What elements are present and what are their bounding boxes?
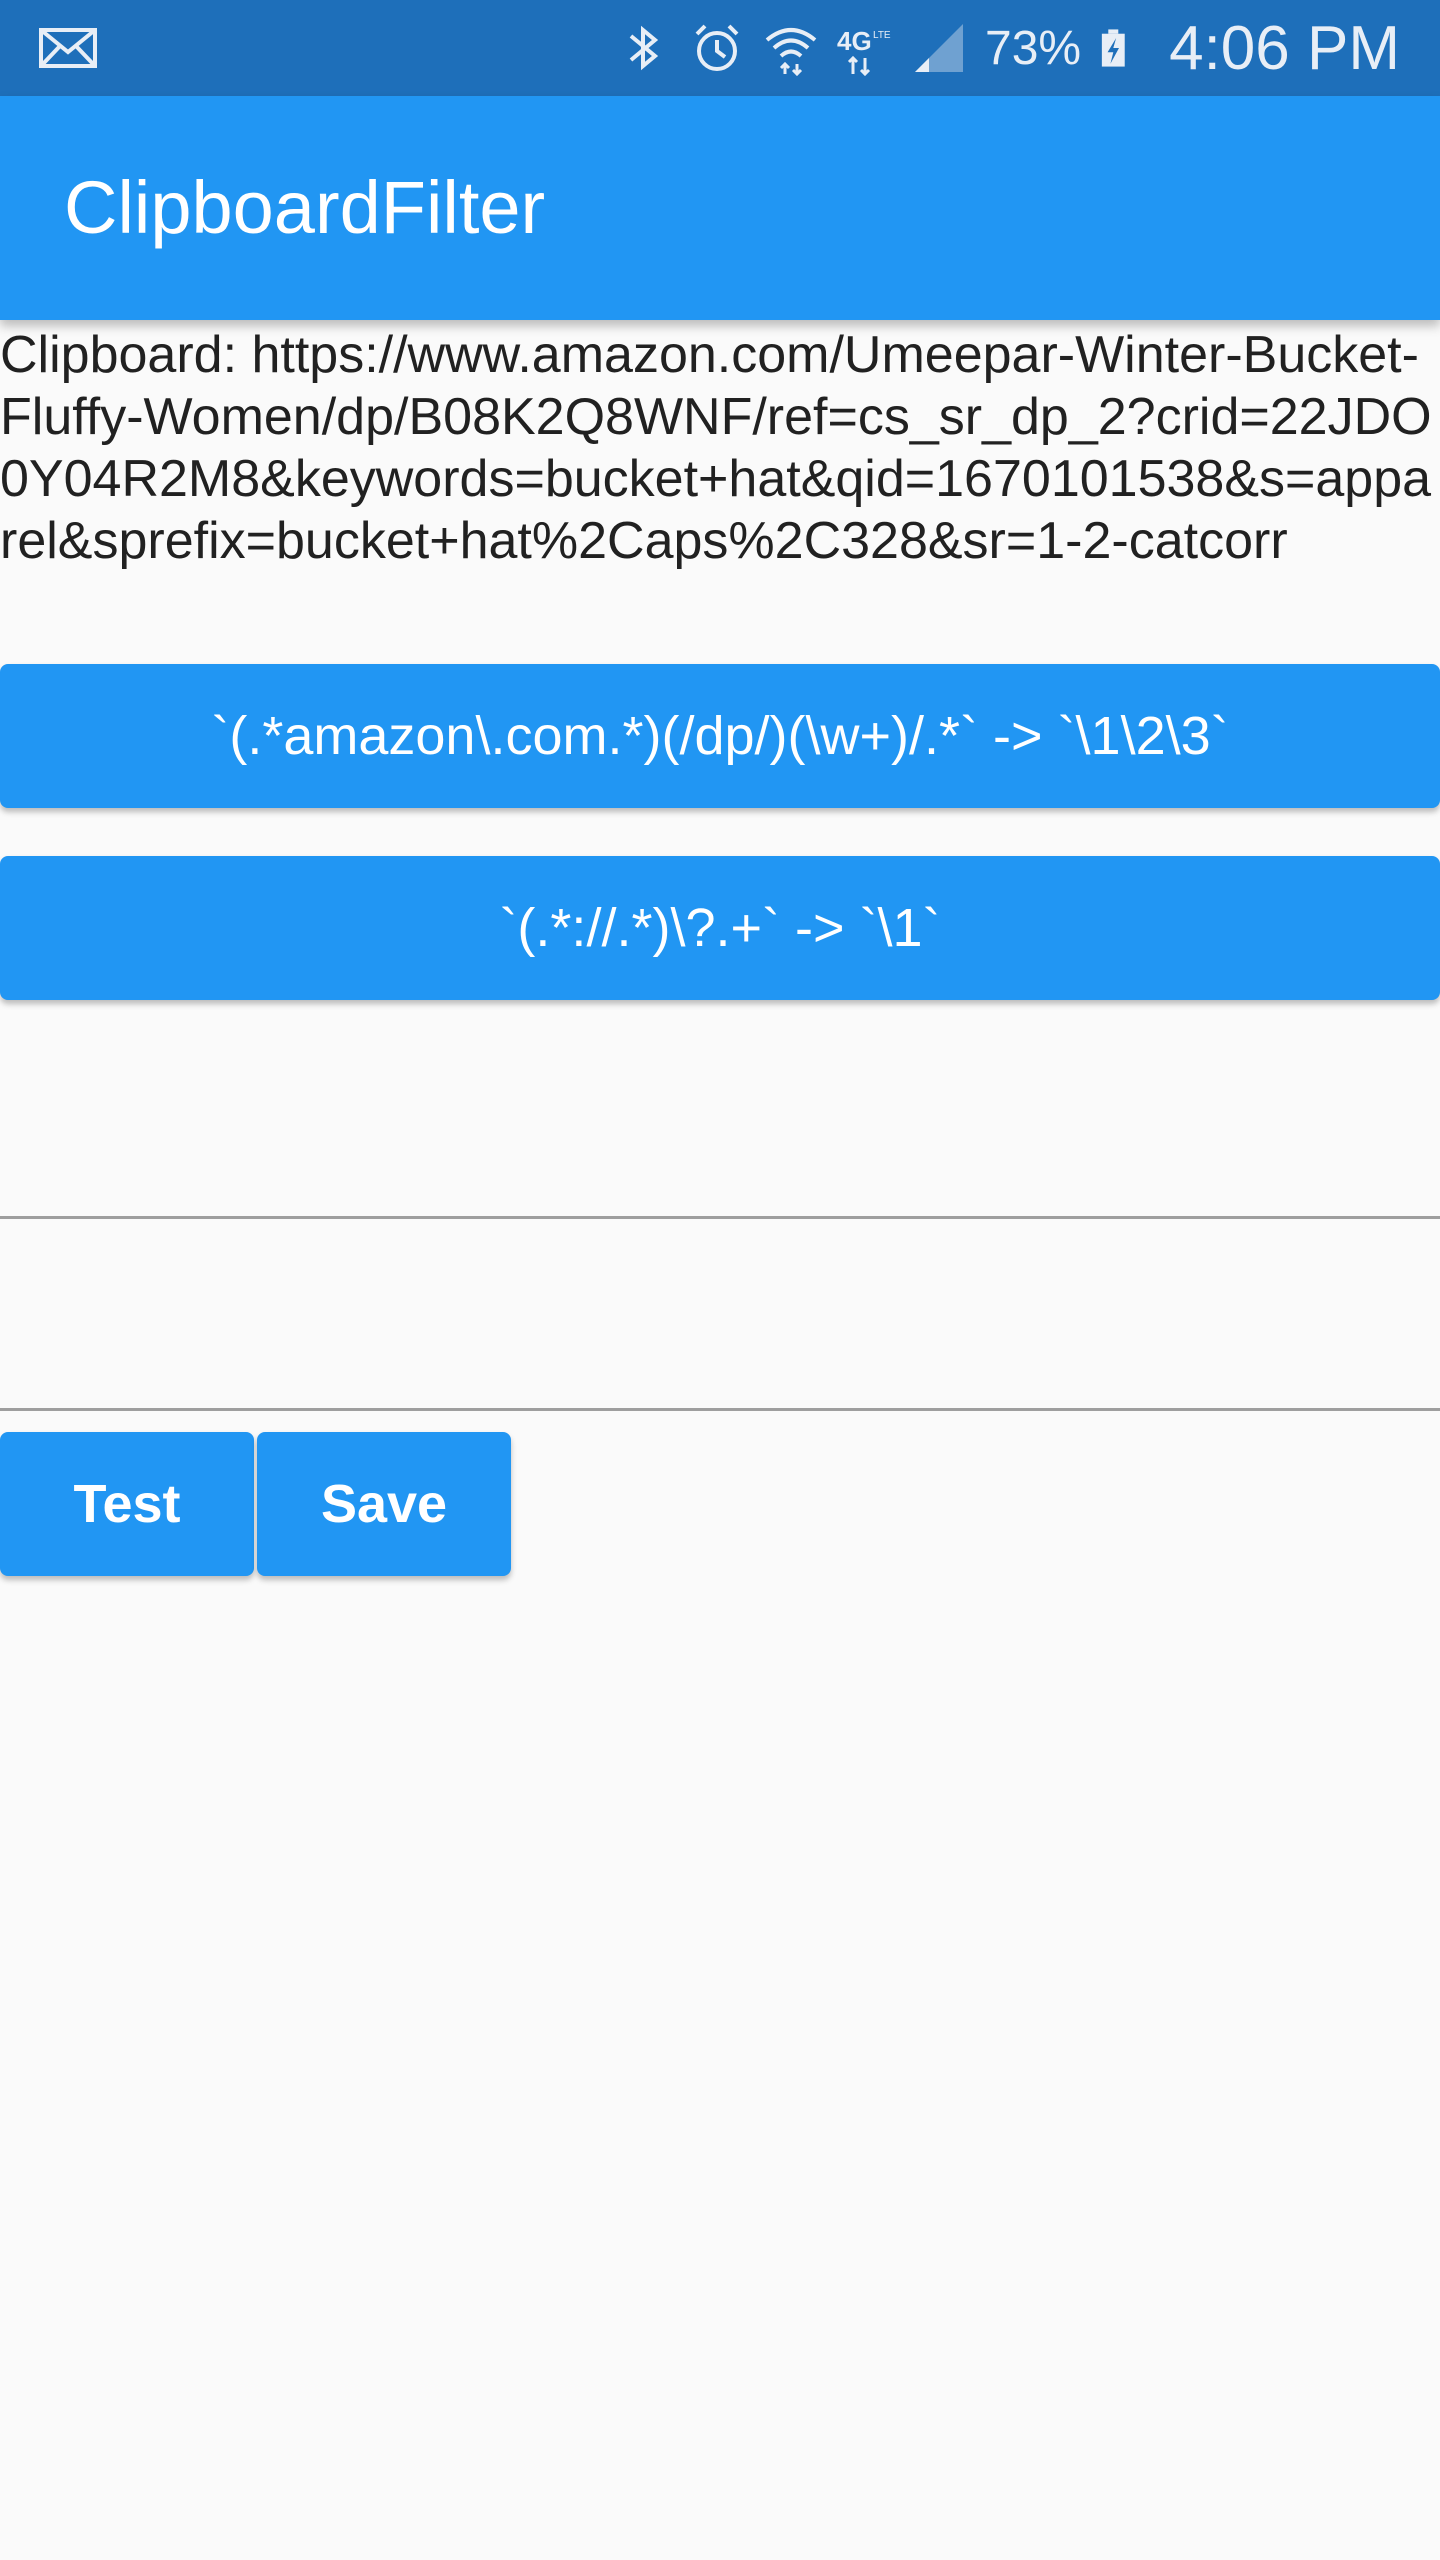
mail-icon: [39, 28, 97, 68]
wifi-icon: [765, 28, 817, 76]
replacement-input[interactable]: [0, 1288, 1440, 1411]
svg-text:4G: 4G: [837, 26, 872, 56]
test-button[interactable]: Test: [0, 1432, 254, 1576]
alarm-icon: [695, 24, 739, 71]
clipboard-text: Clipboard: https://www.amazon.com/Umeepa…: [0, 326, 1432, 570]
signal-icon: [915, 24, 964, 72]
app-bar: ClipboardFilter: [0, 96, 1440, 320]
rule-button-amazon[interactable]: `(.*amazon\.com.*)(/dp/)(\w+)/.*` -> `\1…: [0, 664, 1440, 808]
svg-text:LTE: LTE: [873, 30, 891, 41]
app-title: ClipboardFilter: [64, 166, 546, 249]
pattern-input[interactable]: [0, 1096, 1440, 1219]
battery-charging-icon: [1101, 29, 1125, 67]
status-icons: 4G LTE 73% 4:06 PM: [615, 0, 1400, 96]
bluetooth-icon: [629, 25, 659, 71]
battery-percent: 73%: [985, 21, 1082, 75]
clock: 4:06 PM: [1169, 13, 1400, 83]
save-button[interactable]: Save: [257, 1432, 511, 1576]
lte-icon: 4G LTE: [837, 26, 891, 76]
status-bar: 4G LTE 73% 4:06 PM: [0, 0, 1440, 96]
rule-button-strip-query[interactable]: `(.*://.*)\?.+` -> `\1`: [0, 856, 1440, 1000]
